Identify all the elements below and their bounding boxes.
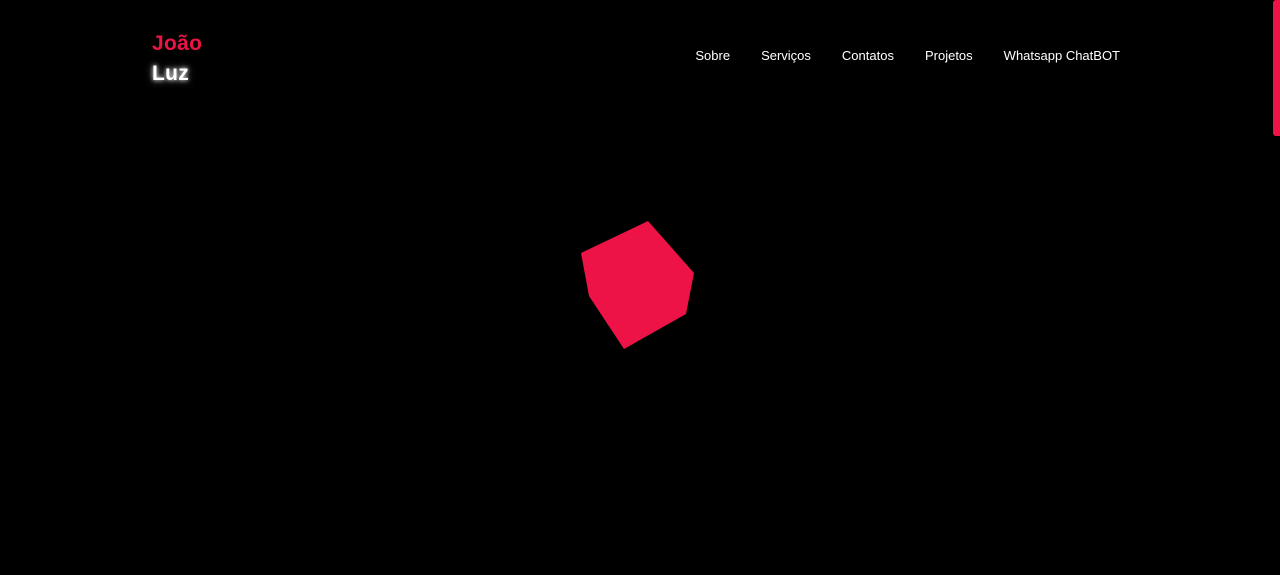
logo-last-name: Luz [152,62,190,85]
logo-first-name: João [152,32,203,55]
nav-link-sobre[interactable]: Sobre [695,48,730,63]
hero-cube [581,221,694,349]
nav-item-whatsapp-chatbot: Whatsapp ChatBOT [1004,47,1120,65]
nav-item-projetos: Projetos [925,47,973,65]
page-scrollbar[interactable] [1272,0,1280,575]
nav-item-contatos: Contatos [842,47,894,65]
site-logo[interactable]: João Luz [152,29,202,89]
nav-link-projetos[interactable]: Projetos [925,48,973,63]
nav-link-servicos[interactable]: Serviços [761,48,811,63]
nav-item-sobre: Sobre [695,47,730,65]
scrollbar-thumb[interactable] [1273,0,1280,136]
nav-list: Sobre Serviços Contatos Projetos Whatsap… [695,47,1120,65]
nav-link-contatos[interactable]: Contatos [842,48,894,63]
nav-link-whatsapp-chatbot[interactable]: Whatsapp ChatBOT [1004,48,1120,63]
nav-item-servicos: Serviços [761,47,811,65]
